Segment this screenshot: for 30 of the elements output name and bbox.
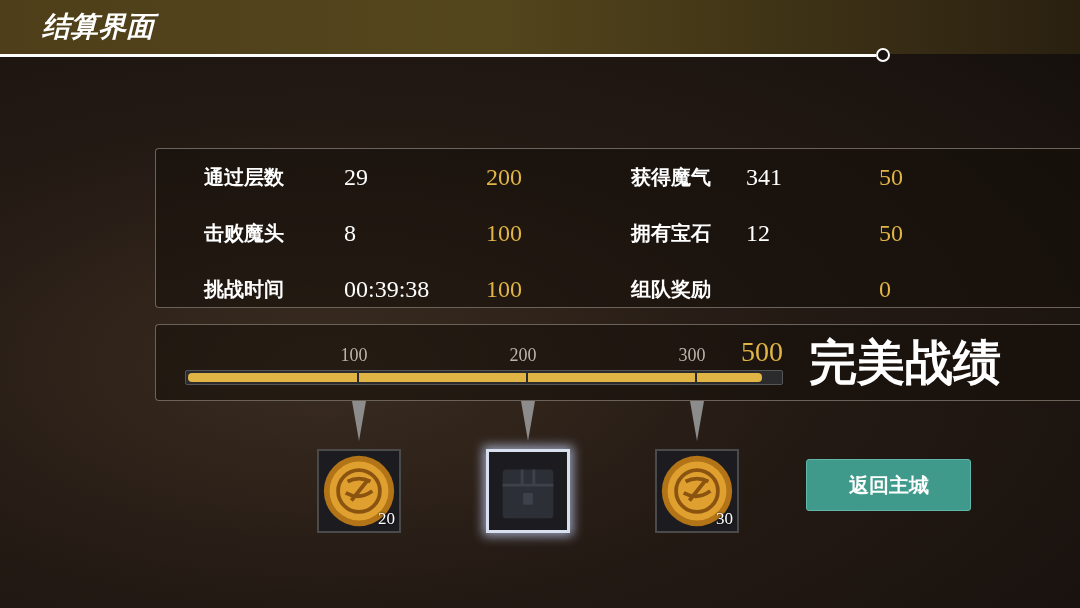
stat-label: 通过层数 <box>204 163 285 191</box>
stat-points: 50 <box>879 219 904 247</box>
stat-value: 00:39:38 <box>344 275 431 303</box>
stat-label: 击败魔头 <box>204 219 285 247</box>
reward-slot[interactable]: 20 <box>317 449 401 533</box>
stat-value: 29 <box>344 163 369 191</box>
reward-slot[interactable] <box>486 449 570 533</box>
coin-icon <box>321 453 397 529</box>
stat-label: 组队奖励 <box>631 275 712 303</box>
score-total: 500 <box>741 338 783 366</box>
page-title: 结算界面 <box>40 4 162 50</box>
stat-value: 8 <box>344 219 357 247</box>
stat-points: 50 <box>879 163 904 191</box>
stat-points: 0 <box>879 275 892 303</box>
stat-label: 拥有宝石 <box>631 219 712 247</box>
tick-label: 200 <box>509 345 537 366</box>
stat-value: 341 <box>746 163 783 191</box>
tick-label: 300 <box>678 345 706 366</box>
rating-text: 完美战绩 <box>809 332 1001 392</box>
item-count: 20 <box>378 509 395 529</box>
stat-label: 挑战时间 <box>204 275 285 303</box>
reward-slot[interactable]: 30 <box>655 449 739 533</box>
stat-label: 获得魔气 <box>631 163 712 191</box>
item-count: 30 <box>716 509 733 529</box>
stat-value: 12 <box>746 219 771 247</box>
stat-points: 100 <box>486 275 523 303</box>
coin-icon <box>659 453 735 529</box>
tick-label: 100 <box>340 345 368 366</box>
stat-points: 200 <box>486 163 523 191</box>
stat-points: 100 <box>486 219 523 247</box>
